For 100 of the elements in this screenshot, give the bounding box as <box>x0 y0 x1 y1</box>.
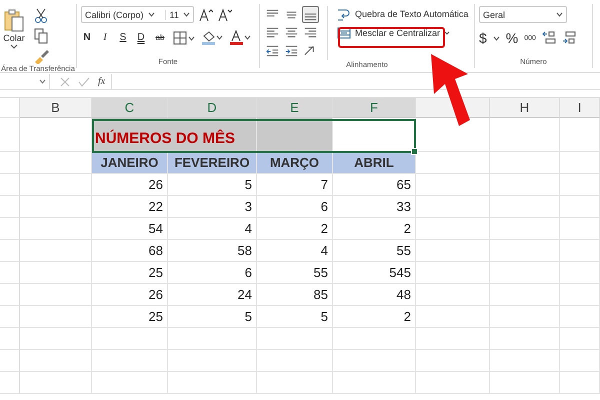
empty-cell[interactable] <box>560 328 600 350</box>
empty-cell[interactable] <box>490 240 560 262</box>
grow-font-icon[interactable] <box>198 8 213 22</box>
insert-function-button[interactable]: fx <box>98 76 106 87</box>
empty-cell[interactable] <box>490 372 560 394</box>
paste-button[interactable]: Colar <box>1 6 27 64</box>
empty-cell[interactable] <box>416 196 490 218</box>
empty-cell[interactable] <box>490 306 560 328</box>
empty-cell[interactable] <box>490 218 560 240</box>
empty-cell[interactable] <box>416 174 490 196</box>
empty-cell[interactable] <box>416 284 490 306</box>
empty-cell[interactable] <box>333 328 416 350</box>
confirm-icon[interactable] <box>78 76 90 86</box>
empty-cell[interactable] <box>560 284 600 306</box>
empty-cell[interactable] <box>490 262 560 284</box>
font-dropdown[interactable]: Calibri (Corpo) 11 <box>81 6 194 23</box>
empty-cell[interactable] <box>490 284 560 306</box>
borders-icon[interactable] <box>173 30 195 44</box>
empty-cell[interactable] <box>416 306 490 328</box>
empty-cell[interactable] <box>20 284 92 306</box>
format-button[interactable]: ab <box>153 33 167 42</box>
wrap-text-button[interactable]: Quebra de Texto Automática <box>334 6 472 22</box>
percent-button[interactable]: % <box>506 30 518 46</box>
empty-cell[interactable] <box>257 328 333 350</box>
caret-icon[interactable] <box>182 12 190 17</box>
row-header[interactable] <box>0 118 20 152</box>
format-button[interactable]: N <box>81 32 93 43</box>
empty-cell[interactable] <box>168 328 257 350</box>
shrink-font-icon[interactable] <box>218 8 232 22</box>
empty-cell[interactable] <box>20 306 92 328</box>
column-header[interactable]: C <box>92 98 168 118</box>
row-header[interactable] <box>0 306 20 328</box>
empty-cell[interactable] <box>416 218 490 240</box>
empty-cell[interactable] <box>92 350 168 372</box>
empty-cell[interactable] <box>490 118 560 152</box>
empty-cell[interactable] <box>560 240 600 262</box>
merge-icon[interactable] <box>337 26 351 40</box>
empty-cell[interactable] <box>416 372 490 394</box>
merge-center-button[interactable]: Mesclar e Centralizar <box>334 25 472 41</box>
caret-icon[interactable] <box>39 79 46 84</box>
row-header[interactable] <box>0 284 20 306</box>
empty-cell[interactable] <box>20 328 92 350</box>
empty-cell[interactable] <box>560 306 600 328</box>
font-color-icon[interactable] <box>229 30 251 45</box>
row-header[interactable] <box>0 372 20 394</box>
empty-cell[interactable] <box>333 350 416 372</box>
fill-handle[interactable] <box>411 148 418 155</box>
caret-icon[interactable] <box>556 12 563 17</box>
column-header[interactable]: B <box>20 98 92 118</box>
format-button[interactable]: S <box>117 32 129 43</box>
number-format-dropdown[interactable]: Geral <box>479 6 567 23</box>
empty-cell[interactable] <box>560 196 600 218</box>
row-header[interactable] <box>0 240 20 262</box>
row-header[interactable] <box>0 328 20 350</box>
empty-cell[interactable] <box>560 262 600 284</box>
empty-cell[interactable] <box>560 152 600 174</box>
empty-cell[interactable] <box>257 350 333 372</box>
empty-cell[interactable] <box>490 152 560 174</box>
align-icon[interactable] <box>302 6 319 23</box>
row-header[interactable] <box>0 152 20 174</box>
empty-cell[interactable] <box>490 350 560 372</box>
brush-icon[interactable] <box>33 48 49 64</box>
copy-icon[interactable] <box>33 28 49 44</box>
column-header[interactable]: I <box>560 98 600 118</box>
caret-icon[interactable] <box>492 36 500 40</box>
empty-cell[interactable] <box>92 372 168 394</box>
empty-cell[interactable] <box>416 350 490 372</box>
row-header[interactable] <box>0 196 20 218</box>
empty-cell[interactable] <box>20 174 92 196</box>
format-button[interactable]: D <box>135 32 147 43</box>
empty-cell[interactable] <box>168 350 257 372</box>
column-header[interactable]: E <box>257 98 333 118</box>
fill-color-icon[interactable] <box>201 30 223 45</box>
empty-cell[interactable] <box>168 372 257 394</box>
empty-cell[interactable] <box>20 262 92 284</box>
empty-cell[interactable] <box>490 174 560 196</box>
empty-cell[interactable] <box>490 196 560 218</box>
currency-button[interactable]: $ <box>479 30 487 46</box>
row-header[interactable] <box>0 262 20 284</box>
empty-cell[interactable] <box>560 372 600 394</box>
column-header[interactable]: F <box>333 98 416 118</box>
empty-cell[interactable] <box>560 350 600 372</box>
empty-cell[interactable] <box>20 218 92 240</box>
decrease-decimal-icon[interactable] <box>562 31 576 45</box>
scissors-icon[interactable] <box>33 8 49 24</box>
empty-cell[interactable] <box>416 240 490 262</box>
increase-decimal-icon[interactable] <box>542 31 556 45</box>
empty-cell[interactable] <box>20 350 92 372</box>
row-header[interactable] <box>0 350 20 372</box>
empty-cell[interactable] <box>257 372 333 394</box>
column-header[interactable]: D <box>168 98 257 118</box>
empty-cell[interactable] <box>416 328 490 350</box>
wrap-text-icon[interactable] <box>337 7 351 21</box>
row-header[interactable] <box>0 218 20 240</box>
empty-cell[interactable] <box>416 262 490 284</box>
column-header[interactable]: H <box>490 98 560 118</box>
empty-cell[interactable] <box>20 240 92 262</box>
empty-cell[interactable] <box>333 372 416 394</box>
empty-cell[interactable] <box>490 328 560 350</box>
empty-cell[interactable] <box>560 118 600 152</box>
